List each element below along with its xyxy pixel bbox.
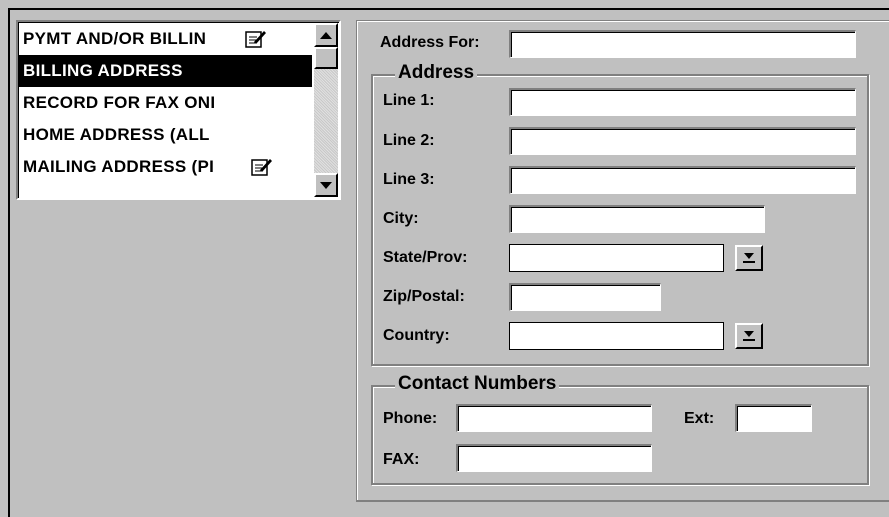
line3-label: Line 3: bbox=[383, 171, 435, 188]
address-for-input[interactable] bbox=[509, 30, 856, 58]
ext-input[interactable] bbox=[735, 404, 812, 432]
address-type-list[interactable]: PYMT AND/OR BILLIN BILLING ADDRESS RECOR… bbox=[16, 20, 341, 200]
list-item-label: BILLING ADDRESS bbox=[23, 61, 183, 80]
line2-input[interactable] bbox=[509, 127, 856, 155]
city-label: City: bbox=[383, 210, 419, 227]
country-select[interactable] bbox=[509, 322, 724, 350]
contact-group-title: Contact Numbers bbox=[395, 373, 560, 395]
dropdown-arrow-icon bbox=[744, 253, 754, 259]
line1-label: Line 1: bbox=[383, 92, 435, 109]
address-for-label: Address For: bbox=[380, 34, 480, 51]
country-label: Country: bbox=[383, 327, 450, 344]
line2-label: Line 2: bbox=[383, 132, 435, 149]
dropdown-arrow-icon bbox=[744, 331, 754, 337]
state-select[interactable] bbox=[509, 244, 724, 272]
address-group-title: Address bbox=[395, 62, 478, 84]
scroll-down-arrow-icon bbox=[320, 181, 332, 189]
dropdown-bar bbox=[743, 261, 755, 263]
phone-input[interactable] bbox=[456, 404, 652, 432]
dropdown-bar bbox=[743, 339, 755, 341]
state-label: State/Prov: bbox=[383, 249, 468, 266]
list-item-label: HOME ADDRESS (ALL bbox=[23, 125, 210, 144]
address-type-items: PYMT AND/OR BILLIN BILLING ADDRESS RECOR… bbox=[19, 23, 312, 183]
scrollbar-thumb[interactable] bbox=[314, 47, 338, 69]
line3-input[interactable] bbox=[509, 166, 856, 194]
list-item[interactable]: RECORD FOR FAX ONI bbox=[19, 87, 312, 119]
phone-label: Phone: bbox=[383, 410, 438, 427]
list-item[interactable]: PYMT AND/OR BILLIN bbox=[19, 23, 312, 55]
country-dropdown-button[interactable] bbox=[735, 323, 763, 349]
ext-label: Ext: bbox=[684, 410, 715, 427]
line1-input[interactable] bbox=[509, 88, 856, 116]
scroll-up-button[interactable] bbox=[314, 23, 338, 47]
list-item[interactable]: MAILING ADDRESS (PI bbox=[19, 151, 312, 183]
list-scrollbar[interactable] bbox=[314, 23, 338, 197]
note-edit-icon bbox=[245, 31, 266, 48]
list-item-label: PYMT AND/OR BILLIN bbox=[23, 29, 207, 48]
state-dropdown-button[interactable] bbox=[735, 245, 763, 271]
list-item-label: MAILING ADDRESS (PI bbox=[23, 157, 215, 176]
scroll-up-arrow-icon bbox=[320, 31, 332, 39]
fax-label: FAX: bbox=[383, 451, 420, 468]
list-item[interactable]: HOME ADDRESS (ALL bbox=[19, 119, 312, 151]
scroll-down-button[interactable] bbox=[314, 173, 338, 197]
zip-label: Zip/Postal: bbox=[383, 288, 465, 305]
city-input[interactable] bbox=[509, 205, 765, 233]
list-item[interactable]: BILLING ADDRESS bbox=[19, 55, 312, 87]
zip-input[interactable] bbox=[509, 283, 661, 311]
fax-input[interactable] bbox=[456, 444, 652, 472]
list-item-label: RECORD FOR FAX ONI bbox=[23, 93, 216, 112]
note-edit-icon bbox=[251, 159, 272, 176]
